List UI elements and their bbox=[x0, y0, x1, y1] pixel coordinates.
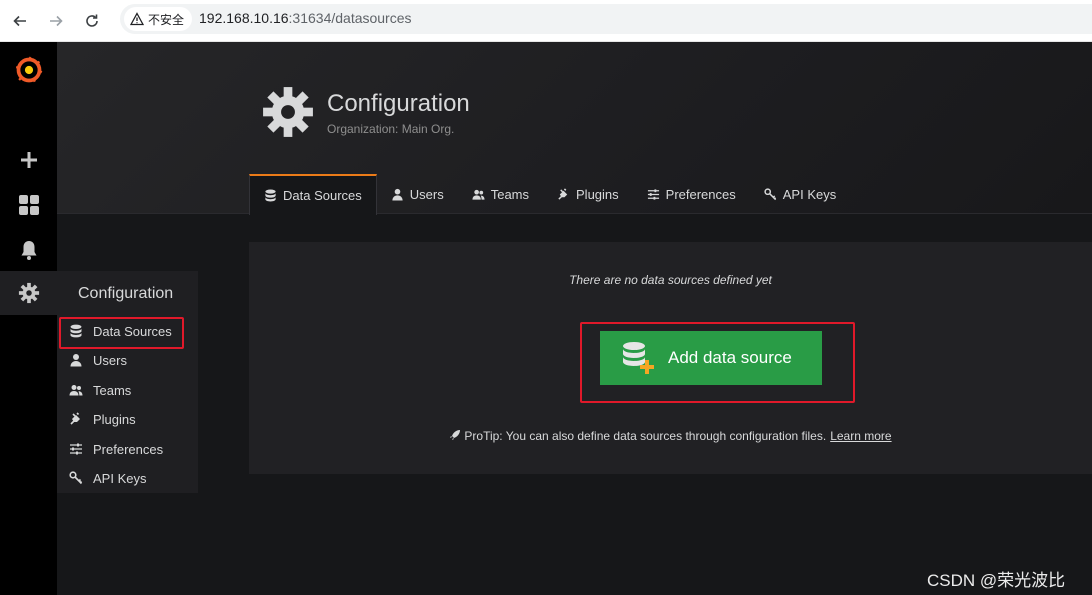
dropdown-item-users[interactable]: Users bbox=[57, 346, 198, 374]
dropdown-item-label: Preferences bbox=[93, 441, 164, 457]
tab-label: Users bbox=[409, 186, 444, 202]
dropdown-item-label: Plugins bbox=[93, 411, 136, 427]
gear-icon bbox=[263, 87, 313, 137]
dashboards-icon bbox=[18, 195, 39, 215]
protip: ProTip: You can also define data sources… bbox=[249, 429, 1092, 443]
dropdown-item-label: API Keys bbox=[93, 470, 147, 486]
dropdown-item-data-sources[interactable]: Data Sources bbox=[57, 317, 198, 345]
plug-icon bbox=[70, 412, 80, 425]
dropdown-title: Configuration bbox=[78, 285, 174, 302]
sidemenu bbox=[0, 42, 57, 595]
tab-teams[interactable]: Teams bbox=[458, 174, 543, 214]
dropdown-item-api-keys[interactable]: API Keys bbox=[57, 464, 198, 492]
key-icon bbox=[69, 471, 83, 485]
users-icon bbox=[472, 189, 485, 200]
user-icon bbox=[392, 188, 403, 201]
url-host: 192.168.10.16 bbox=[199, 10, 289, 26]
tab-label: Preferences bbox=[665, 186, 736, 202]
database-plus-icon bbox=[623, 342, 654, 374]
tab-bar: Data Sources Users Teams Plugins Prefere… bbox=[249, 174, 850, 215]
dropdown-item-preferences[interactable]: Preferences bbox=[57, 435, 198, 463]
arrow-right-icon bbox=[50, 15, 63, 27]
users-icon bbox=[69, 385, 83, 396]
tab-plugins[interactable]: Plugins bbox=[543, 174, 633, 214]
alerting-button[interactable] bbox=[0, 228, 57, 272]
browser-toolbar: 不安全 192.168.10.16:31634/datasources bbox=[0, 0, 1092, 42]
sliders-icon bbox=[70, 443, 82, 455]
tab-label: Teams bbox=[490, 186, 530, 202]
database-icon bbox=[70, 324, 82, 338]
page-subtitle: Organization: Main Org. bbox=[327, 122, 455, 136]
grafana-logo-icon bbox=[15, 56, 42, 83]
learn-more-link[interactable]: Learn more bbox=[830, 429, 891, 443]
dropdown-item-plugins[interactable]: Plugins bbox=[57, 405, 198, 433]
grafana-logo[interactable] bbox=[0, 48, 57, 92]
tab-label: Data Sources bbox=[283, 188, 362, 203]
add-button-label: Add data source bbox=[668, 348, 792, 367]
plug-icon bbox=[558, 187, 568, 200]
database-icon bbox=[265, 189, 276, 202]
protip-text: ProTip: You can also define data sources… bbox=[464, 429, 827, 443]
tab-users[interactable]: Users bbox=[377, 174, 458, 214]
tab-label: Plugins bbox=[576, 186, 619, 202]
tab-preferences[interactable]: Preferences bbox=[633, 174, 750, 214]
security-indicator[interactable]: 不安全 bbox=[124, 7, 193, 31]
page-title: Configuration bbox=[327, 90, 470, 117]
key-icon bbox=[764, 187, 776, 200]
user-icon bbox=[70, 354, 82, 367]
empty-message: There are no data sources defined yet bbox=[569, 273, 772, 287]
dropdown-item-teams[interactable]: Teams bbox=[57, 376, 198, 404]
tab-label: API Keys bbox=[782, 186, 837, 202]
url-path: :31634/datasources bbox=[288, 10, 412, 26]
dashboards-button[interactable] bbox=[0, 183, 57, 227]
forward-button[interactable] bbox=[44, 9, 68, 33]
plus-icon bbox=[20, 152, 37, 168]
gear-icon bbox=[18, 282, 39, 304]
back-button[interactable] bbox=[8, 9, 32, 33]
dropdown-item-label: Teams bbox=[93, 382, 132, 398]
tab-data-sources[interactable]: Data Sources bbox=[249, 174, 377, 215]
security-label: 不安全 bbox=[148, 12, 185, 27]
main-content: Configuration Organization: Main Org. Da… bbox=[57, 42, 1092, 595]
dropdown-item-label: Data Sources bbox=[93, 323, 172, 339]
rocket-icon bbox=[450, 430, 461, 440]
warning-triangle-icon bbox=[130, 12, 144, 26]
reload-button[interactable] bbox=[80, 9, 104, 33]
arrow-left-icon bbox=[13, 15, 26, 27]
watermark: CSDN @荣光波比 bbox=[927, 571, 1066, 590]
bell-icon bbox=[21, 241, 36, 260]
add-data-source-button[interactable]: Add data source bbox=[600, 331, 822, 385]
create-button[interactable] bbox=[0, 138, 57, 182]
dropdown-item-label: Users bbox=[93, 352, 127, 368]
configuration-button[interactable] bbox=[0, 271, 57, 315]
tab-api-keys[interactable]: API Keys bbox=[750, 174, 850, 214]
sliders-icon bbox=[647, 188, 659, 200]
configuration-dropdown: Configuration Data Sources Users Teams P… bbox=[57, 271, 198, 493]
empty-list-panel: There are no data sources defined yet Ad… bbox=[249, 242, 1092, 474]
reload-icon bbox=[86, 14, 98, 27]
url-text[interactable]: 192.168.10.16:31634/datasources bbox=[199, 10, 412, 26]
